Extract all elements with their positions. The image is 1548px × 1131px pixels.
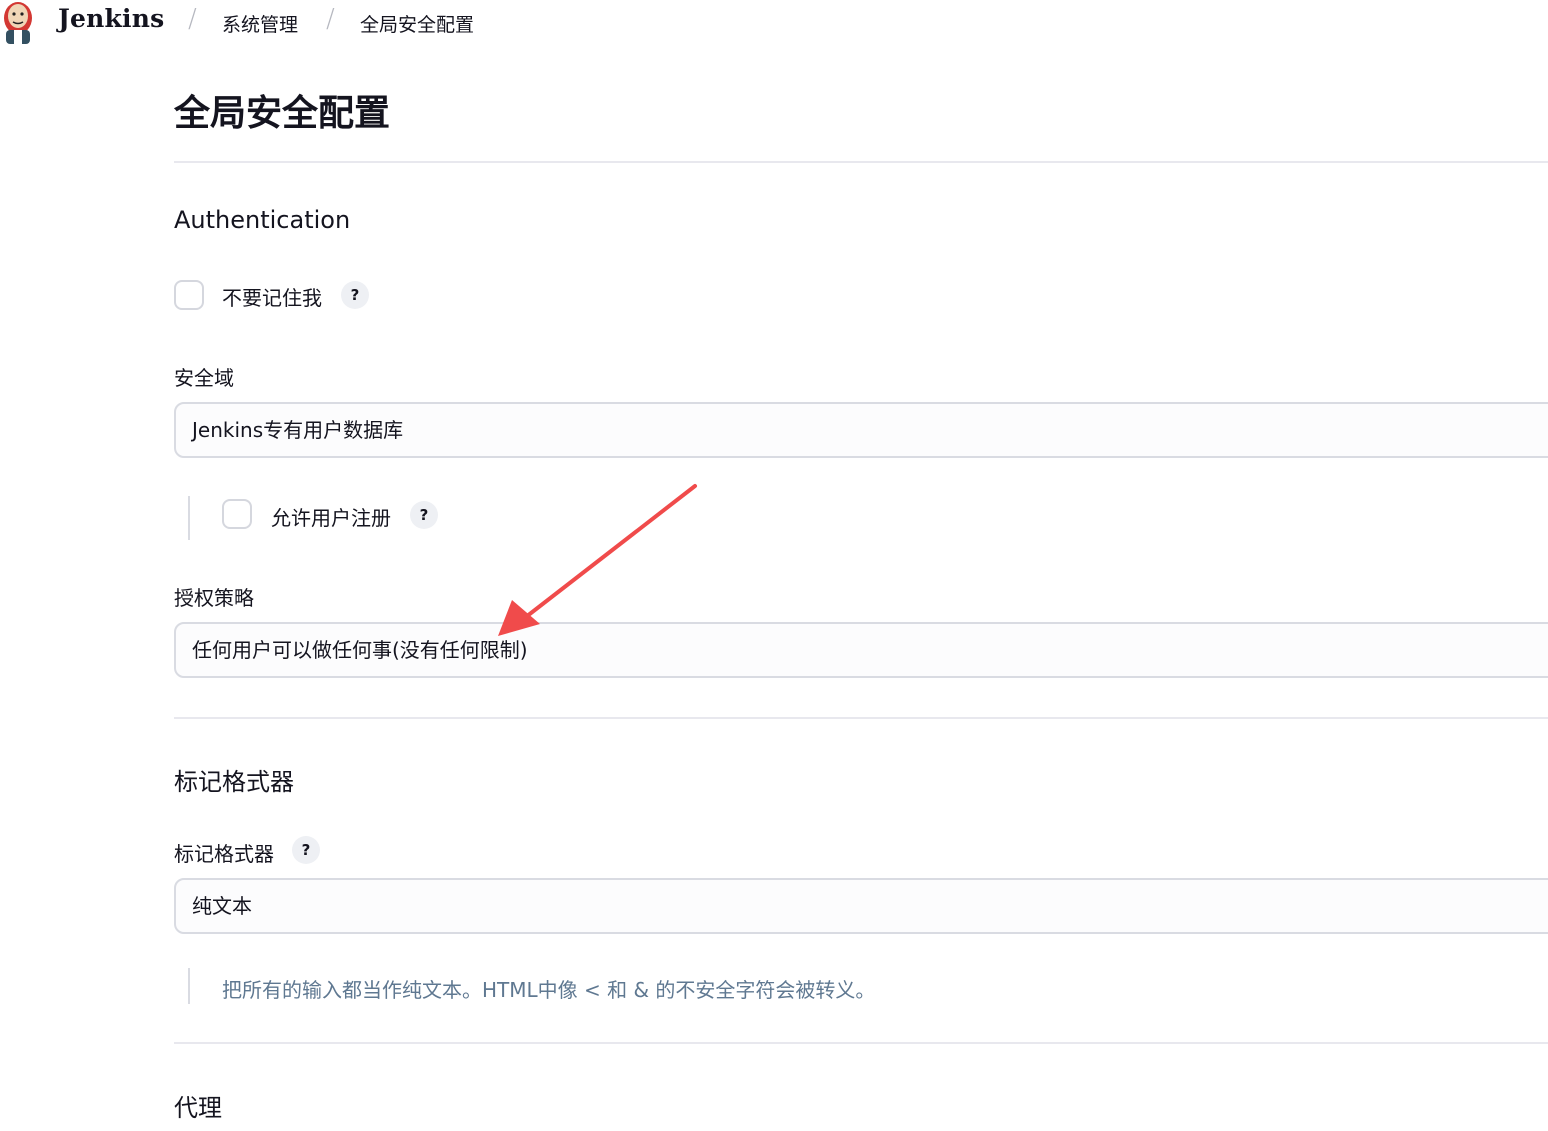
markup-formatter-label: 标记格式器 bbox=[174, 842, 274, 866]
markup-formatter-help-icon[interactable]: ? bbox=[292, 836, 320, 864]
top-bar: Jenkins / 系统管理 / 全局安全配置 bbox=[0, 0, 1548, 46]
authorization-strategy-select[interactable]: 任何用户可以做任何事(没有任何限制) bbox=[174, 622, 1548, 678]
security-realm-select[interactable]: Jenkins专有用户数据库 bbox=[174, 402, 1548, 458]
remember-me-checkbox[interactable] bbox=[174, 280, 204, 310]
remember-me-label[interactable]: 不要记住我 bbox=[222, 282, 322, 311]
breadcrumb-separator: / bbox=[188, 4, 197, 34]
breadcrumb-separator: / bbox=[326, 4, 335, 34]
markup-formatter-description: 把所有的输入都当作纯文本。HTML中像 < 和 & 的不安全字符会被转义。 bbox=[222, 978, 876, 1002]
allow-signup-label[interactable]: 允许用户注册 bbox=[271, 502, 391, 531]
description-indent-rule bbox=[188, 968, 190, 1004]
jenkins-logo-icon[interactable] bbox=[0, 0, 40, 48]
breadcrumb-system-management[interactable]: 系统管理 bbox=[222, 10, 298, 37]
breadcrumb-global-security[interactable]: 全局安全配置 bbox=[360, 10, 474, 37]
security-realm-label: 安全域 bbox=[174, 366, 234, 390]
allow-signup-checkbox[interactable] bbox=[222, 499, 252, 529]
brand-name[interactable]: Jenkins bbox=[58, 4, 164, 33]
authorization-strategy-label: 授权策略 bbox=[174, 586, 254, 610]
nested-indent-rule bbox=[188, 496, 190, 540]
markup-formatter-select[interactable]: 纯文本 bbox=[174, 878, 1548, 934]
divider bbox=[174, 1042, 1548, 1044]
allow-signup-help-icon[interactable]: ? bbox=[410, 501, 438, 529]
section-title-authentication: Authentication bbox=[174, 206, 351, 234]
page-title: 全局安全配置 bbox=[174, 93, 391, 134]
divider bbox=[174, 717, 1548, 719]
section-title-proxy: 代理 bbox=[174, 1094, 222, 1122]
remember-me-help-icon[interactable]: ? bbox=[341, 281, 369, 309]
section-title-markup-formatter: 标记格式器 bbox=[174, 768, 294, 796]
annotation-arrow-icon bbox=[498, 484, 697, 636]
divider bbox=[174, 161, 1548, 163]
